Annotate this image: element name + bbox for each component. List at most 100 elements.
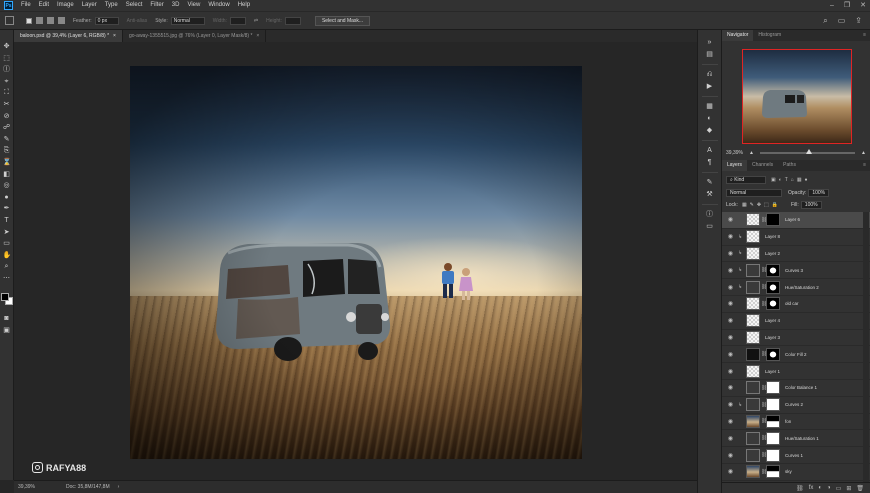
quick-mask-icon[interactable]: ◙ <box>3 314 11 323</box>
filter-icons[interactable]: ▣◐T⌂▦● <box>771 177 811 183</box>
zoom-tool-icon[interactable]: ⌕ <box>3 262 11 271</box>
slider-knob[interactable] <box>805 149 812 154</box>
tab-paths[interactable]: Paths <box>778 160 801 171</box>
layer-name[interactable]: Hue/Saturation 1 <box>785 436 819 441</box>
close-tab-icon[interactable]: × <box>256 33 259 39</box>
layer-thumbnail[interactable] <box>746 246 760 260</box>
swap-dimensions-icon[interactable]: ⇄ <box>254 18 258 24</box>
layer-name[interactable]: Color Balance 1 <box>785 385 817 390</box>
style-select[interactable]: Normal <box>170 16 205 25</box>
layer-row[interactable]: ◉ Layer 1 <box>722 363 870 380</box>
eraser-tool-icon[interactable]: ⌛ <box>3 158 12 167</box>
color-swatches[interactable] <box>1 293 13 306</box>
close-window-button[interactable]: ✕ <box>860 0 866 11</box>
zoom-in-icon[interactable]: ▲ <box>861 150 866 156</box>
paragraph-panel-icon[interactable]: ¶ <box>705 158 714 167</box>
new-layer-icon[interactable]: ⊞ <box>846 485 851 492</box>
layer-name[interactable]: sky <box>785 469 792 474</box>
close-tab-icon[interactable]: × <box>113 33 116 39</box>
kind-filter-select[interactable]: ⌕ Kind <box>726 176 766 184</box>
marquee-tool-icon[interactable]: ⬚ <box>3 54 11 63</box>
eye-icon[interactable]: ◉ <box>726 250 735 257</box>
path-select-tool-icon[interactable]: ➤ <box>3 228 11 237</box>
panel-menu-icon[interactable]: ≡ <box>863 30 870 41</box>
trash-icon[interactable]: 🗑 <box>856 485 864 492</box>
link-layers-icon[interactable]: ⛓ <box>796 485 804 492</box>
layer-mask-thumbnail[interactable] <box>766 213 780 227</box>
hand-tool-icon[interactable]: ✋ <box>3 251 12 260</box>
layer-thumbnail[interactable] <box>746 314 760 328</box>
layer-thumbnail[interactable] <box>746 347 760 361</box>
eye-icon[interactable]: ◉ <box>726 233 735 240</box>
layer-name[interactable]: Layer 2 <box>765 251 780 256</box>
marquee-preset-icon[interactable] <box>5 16 14 25</box>
navigator-preview[interactable] <box>742 49 852 144</box>
eye-icon[interactable]: ◉ <box>726 334 735 341</box>
character-panel-icon[interactable]: A <box>705 146 714 155</box>
properties-panel-icon[interactable]: ⎌ <box>705 70 714 79</box>
zoom-level[interactable]: 39,39% <box>18 484 48 490</box>
layer-mask-thumbnail[interactable] <box>766 448 780 462</box>
move-tool-icon[interactable]: ✥ <box>3 42 11 51</box>
intersect-selection-icon[interactable] <box>58 17 65 24</box>
menu-window[interactable]: Window <box>204 0 233 11</box>
layer-mask-thumbnail[interactable] <box>766 414 780 428</box>
layer-name[interactable]: Curves 2 <box>785 402 803 407</box>
eye-icon[interactable]: ◉ <box>726 401 735 408</box>
brush-settings-icon[interactable]: ✎ <box>705 178 714 187</box>
workspace-icon[interactable]: ▭ <box>838 16 846 26</box>
blend-mode-select[interactable]: Normal <box>726 189 782 197</box>
layer-thumbnail[interactable] <box>746 431 760 445</box>
tab-histogram[interactable]: Histogram <box>753 30 786 41</box>
panels-collapse-icon[interactable]: » <box>705 38 714 47</box>
layer-name[interactable]: Hue/Saturation 2 <box>785 285 819 290</box>
layer-mask-thumbnail[interactable] <box>766 263 780 277</box>
layer-mask-thumbnail[interactable] <box>766 431 780 445</box>
tab-baloon-psd[interactable]: baloon.psd @ 39,4% (Layer 6, RGB/8) * × <box>14 30 123 42</box>
screen-mode-icon[interactable]: ▣ <box>3 326 11 335</box>
layer-thumbnail[interactable] <box>746 448 760 462</box>
subtract-selection-icon[interactable] <box>47 17 54 24</box>
layer-name[interactable]: Layer 6 <box>785 217 800 222</box>
maximize-button[interactable]: ❐ <box>844 0 850 11</box>
tab-channels[interactable]: Channels <box>747 160 778 171</box>
layer-thumbnail[interactable] <box>746 364 760 378</box>
layer-thumbnail[interactable] <box>746 398 760 412</box>
layer-row[interactable]: ◉ ⛓ Curves 1 <box>722 447 870 464</box>
type-tool-icon[interactable]: T <box>3 216 11 225</box>
panel-menu-icon[interactable]: ≡ <box>863 160 870 171</box>
dodge-tool-icon[interactable]: ● <box>3 193 11 202</box>
layer-mask-thumbnail[interactable] <box>766 297 780 311</box>
menu-filter[interactable]: Filter <box>146 0 167 11</box>
layer-row[interactable]: ◉ ⛓ Layer 6 <box>722 212 870 229</box>
layer-thumbnail[interactable] <box>746 381 760 395</box>
adjustments-panel-icon[interactable]: ◐ <box>705 114 714 123</box>
layer-row[interactable]: ◉ ↳ Layer 2 <box>722 246 870 263</box>
history-brush-tool-icon[interactable]: ⎘ <box>3 146 11 155</box>
eye-icon[interactable]: ◉ <box>726 267 735 274</box>
navigator-view-frame[interactable] <box>742 49 852 144</box>
add-style-icon[interactable]: fx <box>809 485 814 491</box>
layer-name[interactable]: fon <box>785 419 791 424</box>
gradient-tool-icon[interactable]: ◧ <box>3 170 11 179</box>
layer-row[interactable]: ◉ ↳ ⛓ Curves 3 <box>722 262 870 280</box>
lasso-tool-icon[interactable]: ⓛ <box>3 65 11 74</box>
layer-mask-thumbnail[interactable] <box>766 381 780 395</box>
status-menu-arrow[interactable]: › <box>118 484 120 490</box>
layer-thumbnail[interactable] <box>746 230 760 244</box>
foreground-color-swatch[interactable] <box>1 293 9 302</box>
layer-row[interactable]: ◉ ↳ ⛓ Hue/Saturation 2 <box>722 279 870 296</box>
layer-row[interactable]: ◉ ⛓ Color Balance 1 <box>722 380 870 397</box>
eyedropper-tool-icon[interactable]: ✂ <box>3 100 11 109</box>
opacity-input[interactable]: 100% <box>808 189 830 197</box>
pen-tool-icon[interactable]: ✒ <box>3 204 11 213</box>
menu-layer[interactable]: Layer <box>78 0 101 11</box>
eye-icon[interactable]: ◉ <box>726 300 735 307</box>
navigator-zoom-slider[interactable] <box>759 149 856 154</box>
menu-image[interactable]: Image <box>53 0 78 11</box>
search-icon[interactable]: ⌕ <box>823 16 827 26</box>
add-mask-icon[interactable]: ◐ <box>818 485 822 491</box>
eye-icon[interactable]: ◉ <box>726 384 735 391</box>
layer-row[interactable]: ◉ ⛓ old car <box>722 296 870 313</box>
layers-scrollbar[interactable] <box>863 212 869 482</box>
